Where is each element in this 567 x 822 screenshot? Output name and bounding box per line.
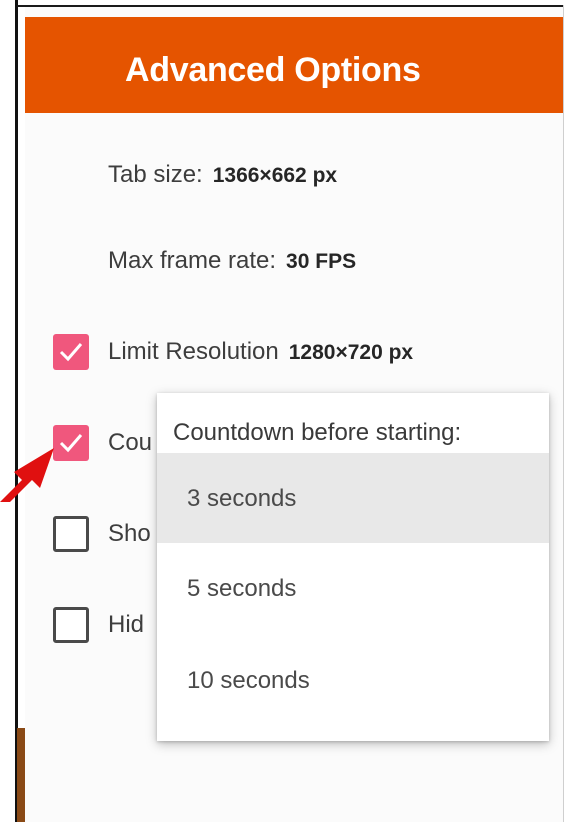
checkmark-icon — [59, 434, 83, 453]
dropdown-title: Countdown before starting: — [173, 419, 462, 446]
dropdown-item-10-seconds[interactable]: 10 seconds — [157, 635, 549, 725]
tab-size-row: Tab size: 1366×662 px — [108, 161, 337, 189]
panel-title: Advanced Options — [125, 51, 421, 89]
limit-resolution-checkbox[interactable] — [53, 334, 89, 370]
panel-header: Advanced Options — [25, 17, 563, 113]
tab-size-value: 1366×662 px — [212, 164, 338, 187]
show-label: Sho — [108, 520, 151, 547]
dropdown-item-5-seconds[interactable]: 5 seconds — [157, 543, 549, 633]
frame-rate-value: 30 FPS — [286, 250, 357, 273]
tab-size-label: Tab size: — [108, 161, 203, 188]
frame-rate-label: Max frame rate: — [108, 247, 277, 274]
dropdown-item-3-seconds[interactable]: 3 seconds — [157, 453, 549, 543]
show-checkbox[interactable] — [53, 516, 89, 552]
window-right-border — [563, 5, 567, 822]
countdown-dropdown-menu: Countdown before starting: 3 seconds 5 s… — [157, 393, 549, 741]
hide-checkbox[interactable] — [53, 607, 89, 643]
limit-resolution-value: 1280×720 px — [288, 341, 414, 364]
countdown-label: Cou — [108, 429, 153, 456]
annotation-arrow-icon — [0, 448, 54, 502]
frame-rate-row: Max frame rate: 30 FPS — [108, 247, 356, 275]
checkmark-icon — [59, 343, 83, 362]
background-window-edge — [0, 0, 18, 822]
background-window-fragment — [17, 728, 25, 822]
hide-label: Hid — [108, 611, 145, 638]
window-border — [15, 0, 18, 822]
limit-resolution-label: Limit Resolution — [108, 338, 279, 365]
